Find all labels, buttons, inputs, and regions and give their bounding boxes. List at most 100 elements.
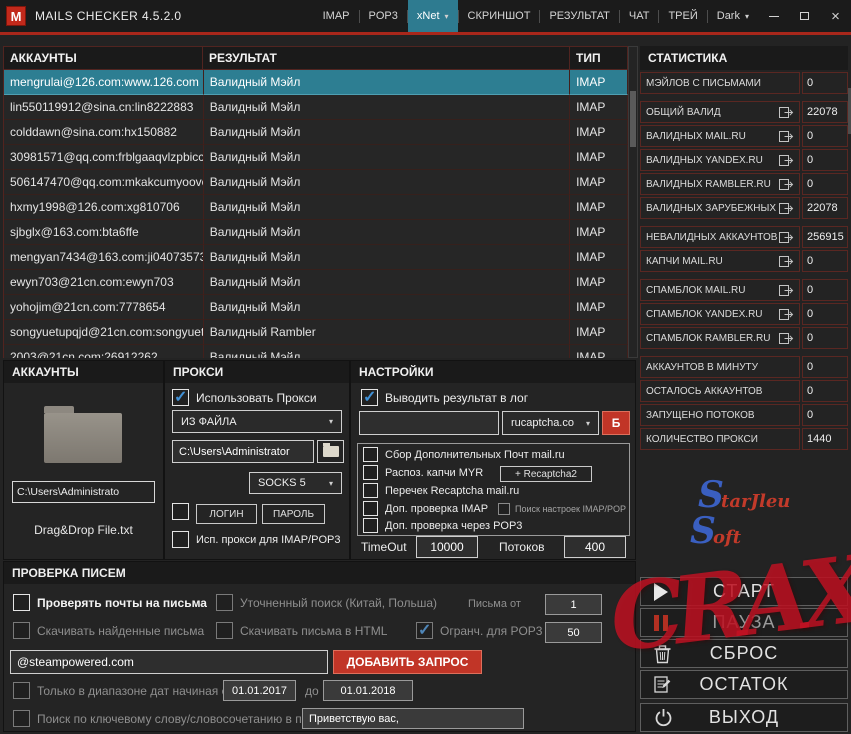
letters-from-input[interactable]	[545, 594, 602, 615]
recaptcha2-button[interactable]: + Recaptcha2	[500, 466, 592, 482]
pop3-limit-input[interactable]	[545, 622, 602, 643]
chevron-down-icon: ▾	[744, 11, 749, 21]
menu-imap[interactable]: IMAP	[314, 0, 359, 32]
close-button[interactable]: ×	[820, 0, 851, 32]
menu-chat[interactable]: ЧАТ	[620, 0, 659, 32]
proxy-login-field[interactable]: ЛОГИН	[196, 504, 257, 524]
table-row[interactable]: yohojim@21cn.com:7778654 Валидный Мэйл IMA…	[4, 295, 628, 320]
export-icon[interactable]	[779, 154, 794, 166]
proxy-browse-button[interactable]	[317, 440, 344, 463]
balance-button[interactable]: Б	[602, 411, 630, 435]
menu-pop3[interactable]: POP3	[360, 0, 407, 32]
search-settings-checkbox[interactable]	[498, 503, 510, 515]
stat-row: АККАУНТОВ В МИНУТУ 0	[640, 356, 848, 378]
column-header-result[interactable]: РЕЗУЛЬТАТ	[203, 46, 570, 70]
proxy-for-imap-checkbox[interactable]	[172, 531, 189, 548]
query-input[interactable]	[10, 650, 328, 674]
table-row[interactable]: ewyn703@21cn.com:ewyn703 Валидный Мэйл IMA…	[4, 270, 628, 295]
chevron-down-icon: ▾	[328, 417, 333, 426]
collect-mails-checkbox[interactable]	[363, 447, 378, 462]
table-row[interactable]: lin550119912@sina.cn:lin8222883 Валидный …	[4, 95, 628, 120]
proxy-path-input[interactable]	[172, 440, 314, 463]
proxy-source-select[interactable]: ИЗ ФАЙЛА ▾	[172, 410, 342, 433]
proxy-source-value: ИЗ ФАЙЛА	[181, 415, 237, 428]
cell-result: Валидный Мэйл	[203, 145, 571, 170]
export-icon[interactable]	[779, 255, 794, 267]
minimize-button[interactable]	[758, 0, 789, 32]
extra-check-pop3-checkbox[interactable]	[363, 518, 378, 533]
table-row[interactable]: colddawn@sina.com:hx150882 Валидный Мэйл I…	[4, 120, 628, 145]
folder-icon	[322, 443, 339, 457]
maximize-button[interactable]	[789, 0, 820, 32]
timeout-input[interactable]	[416, 536, 478, 558]
export-icon[interactable]	[779, 130, 794, 142]
accounts-table: АККАУНТЫ РЕЗУЛЬТАТ ТИП mengrulai@126.com…	[3, 46, 638, 358]
table-row[interactable]: songyuetupqjd@21cn.com:songyuet Валидный …	[4, 320, 628, 345]
cell-account: lin550119912@sina.cn:lin8222883	[4, 95, 204, 120]
folder-icon[interactable]	[44, 406, 122, 463]
cell-result: Валидный Мэйл	[203, 70, 571, 95]
pop3-limit-checkbox[interactable]	[416, 620, 433, 640]
start-button[interactable]: СТАРТ	[640, 577, 848, 606]
recognize-captcha-checkbox[interactable]	[363, 465, 378, 480]
cell-type: IMAP	[570, 245, 628, 270]
exit-button[interactable]: ВЫХОД	[640, 703, 848, 732]
table-scrollbar[interactable]	[628, 46, 638, 358]
refined-search-checkbox[interactable]	[216, 594, 233, 611]
pause-button[interactable]: ПАУЗА	[640, 608, 848, 637]
table-row[interactable]: mengrulai@126.com:www.126.com Валидный Мэ…	[4, 70, 628, 95]
menu-result[interactable]: РЕЗУЛЬТАТ	[540, 0, 618, 32]
date-from-input[interactable]	[223, 680, 296, 701]
threads-input[interactable]	[564, 536, 626, 558]
extra-check-imap-checkbox[interactable]	[363, 501, 378, 516]
export-icon[interactable]	[779, 332, 794, 344]
captcha-service-select[interactable]: rucaptcha.co ▾	[502, 411, 599, 435]
table-row[interactable]: mengyan7434@163.com:ji04073573! Валидный …	[4, 245, 628, 270]
column-header-type[interactable]: ТИП	[570, 46, 628, 70]
table-row[interactable]: 30981571@qq.com:frblgaaqvlzpbicc Валидный…	[4, 145, 628, 170]
table-row[interactable]: hxmy1998@126.com:xg810706 Валидный Мэйл IM…	[4, 195, 628, 220]
power-icon	[654, 708, 673, 727]
export-icon[interactable]	[779, 284, 794, 296]
keyword-search-checkbox[interactable]	[13, 710, 30, 727]
column-header-accounts[interactable]: АККАУНТЫ	[3, 46, 203, 70]
reset-button-label: СБРОС	[709, 643, 779, 663]
download-html-checkbox[interactable]	[216, 622, 233, 639]
add-query-button[interactable]: ДОБАВИТЬ ЗАПРОС	[333, 650, 482, 674]
menu-xnet[interactable]: xNet ▾	[407, 0, 458, 32]
proxy-type-select[interactable]: SOCKS 5 ▾	[249, 472, 342, 494]
export-icon[interactable]	[779, 202, 794, 214]
date-to-label: до	[305, 684, 319, 698]
use-proxy-checkbox[interactable]	[172, 387, 189, 407]
table-row[interactable]: sjbglx@163.com:bta6ffe Валидный Мэйл IMAP	[4, 220, 628, 245]
table-row[interactable]: 2003@21cn.com:26912262 Валидный Мэйл IMAP	[4, 345, 628, 358]
chevron-down-icon: ▾	[585, 418, 590, 428]
menu-tray[interactable]: ТРЕЙ	[659, 0, 706, 32]
download-letters-checkbox[interactable]	[13, 622, 30, 639]
table-row[interactable]: 506147470@qq.com:mkakcumyoove Валидный Мэ…	[4, 170, 628, 195]
export-icon[interactable]	[779, 308, 794, 320]
recheck-recaptcha-checkbox[interactable]	[363, 483, 378, 498]
log-output-checkbox[interactable]	[361, 387, 378, 407]
export-icon[interactable]	[779, 231, 794, 243]
date-range-checkbox[interactable]	[13, 682, 30, 699]
stat-label: ВАЛИДНЫХ RAMBLER.RU	[640, 173, 800, 195]
cell-type: IMAP	[570, 70, 628, 95]
cell-type: IMAP	[570, 145, 628, 170]
menu-screenshot[interactable]: СКРИНШОТ	[459, 0, 540, 32]
date-to-input[interactable]	[323, 680, 413, 701]
keyword-input[interactable]	[302, 708, 524, 729]
theme-select[interactable]: Dark ▾	[708, 0, 758, 32]
export-icon[interactable]	[779, 106, 794, 118]
proxy-auth-checkbox[interactable]	[172, 503, 189, 520]
accounts-file-path[interactable]: C:\Users\Administrato	[12, 481, 155, 503]
remainder-button[interactable]: ОСТАТОК	[640, 670, 848, 699]
captcha-key-input[interactable]	[359, 411, 499, 435]
proxy-password-field[interactable]: ПАРОЛЬ	[262, 504, 325, 524]
cell-type: IMAP	[570, 120, 628, 145]
minimize-icon	[768, 15, 779, 17]
export-icon[interactable]	[779, 178, 794, 190]
table-scrollbar-thumb[interactable]	[630, 91, 636, 147]
check-letters-checkbox[interactable]	[13, 594, 30, 611]
reset-button[interactable]: СБРОС	[640, 639, 848, 668]
